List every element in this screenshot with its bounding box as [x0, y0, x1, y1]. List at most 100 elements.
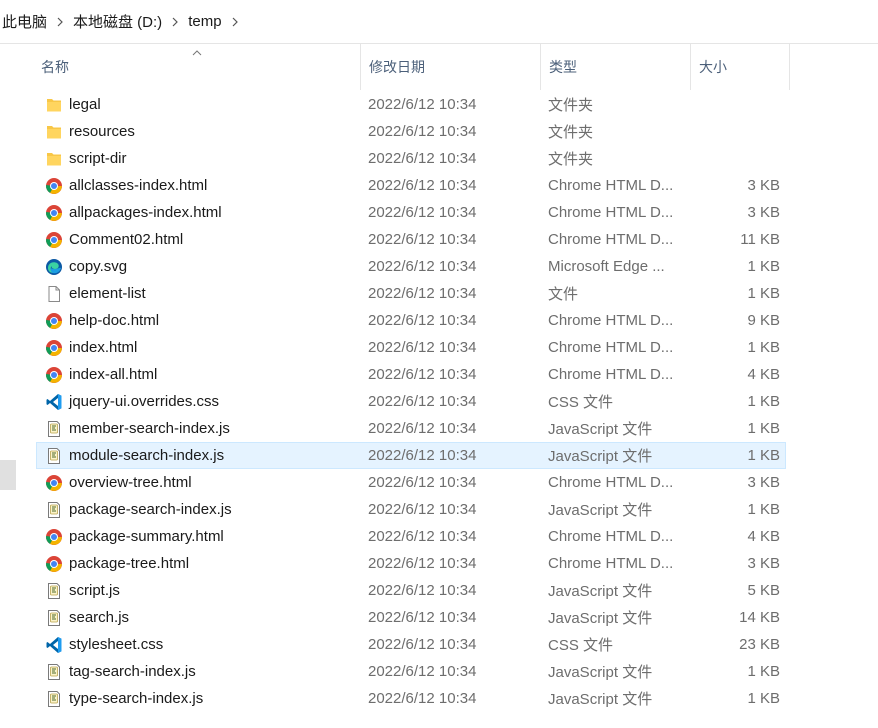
- file-row[interactable]: Comment02.html 2022/6/12 10:34 Chrome HTML…: [36, 226, 786, 253]
- file-size: 23 KB: [739, 636, 780, 653]
- file-type: CSS 文件: [548, 637, 614, 654]
- file-name: search.js: [69, 609, 130, 626]
- file-type: JavaScript 文件: [548, 691, 653, 708]
- file-name: package-summary.html: [69, 528, 224, 545]
- file-row[interactable]: package-summary.html 2022/6/12 10:34 Chrom…: [36, 523, 786, 550]
- file-row[interactable]: index-all.html 2022/6/12 10:34 Chrome HTML…: [36, 361, 786, 388]
- file-size: 5 KB: [747, 582, 780, 599]
- file-name: overview-tree.html: [69, 474, 192, 491]
- folder-icon: [45, 96, 63, 114]
- chrome-icon: [45, 231, 63, 249]
- column-header-date-modified[interactable]: 修改日期: [360, 44, 540, 90]
- js-script-icon: [45, 420, 63, 438]
- file-date-modified: 2022/6/12 10:34: [368, 555, 477, 572]
- file-type: Chrome HTML D...: [548, 177, 674, 194]
- file-size: 1 KB: [747, 258, 780, 275]
- chevron-right-icon[interactable]: [49, 17, 71, 27]
- file-name: resources: [69, 123, 135, 140]
- js-script-icon: [45, 582, 63, 600]
- file-row[interactable]: resources 2022/6/12 10:34 文件夹: [36, 118, 786, 145]
- chrome-icon: [45, 366, 63, 384]
- file-size: 1 KB: [747, 420, 780, 437]
- file-date-modified: 2022/6/12 10:34: [368, 501, 477, 518]
- chrome-icon: [45, 204, 63, 222]
- file-type: 文件夹: [548, 151, 594, 168]
- js-script-icon: [45, 663, 63, 681]
- file-row[interactable]: overview-tree.html 2022/6/12 10:34 Chrome …: [36, 469, 786, 496]
- file-size: 1 KB: [747, 501, 780, 518]
- file-row[interactable]: element-list 2022/6/12 10:34 文件 1 KB: [36, 280, 786, 307]
- file-name: package-search-index.js: [69, 501, 232, 518]
- file-type: Chrome HTML D...: [548, 474, 674, 491]
- file-date-modified: 2022/6/12 10:34: [368, 177, 477, 194]
- file-size: 1 KB: [747, 339, 780, 356]
- file-name: stylesheet.css: [69, 636, 164, 653]
- file-size: 3 KB: [747, 177, 780, 194]
- file-type: JavaScript 文件: [548, 448, 653, 465]
- file-row[interactable]: package-tree.html 2022/6/12 10:34 Chrome H…: [36, 550, 786, 577]
- file-row[interactable]: legal 2022/6/12 10:34 文件夹: [36, 91, 786, 118]
- folder-icon: [45, 123, 63, 141]
- file-date-modified: 2022/6/12 10:34: [368, 609, 477, 626]
- address-bar[interactable]: 此电脑 本地磁盘 (D:) temp: [0, 0, 878, 44]
- file-date-modified: 2022/6/12 10:34: [368, 447, 477, 464]
- file-name: allclasses-index.html: [69, 177, 208, 194]
- file-row[interactable]: jquery-ui.overrides.css 2022/6/12 10:34 CS…: [36, 388, 786, 415]
- file-row[interactable]: member-search-index.js 2022/6/12 10:34 Jav…: [36, 415, 786, 442]
- file-size: 1 KB: [747, 393, 780, 410]
- file-size: 1 KB: [747, 690, 780, 707]
- file-row[interactable]: script-dir 2022/6/12 10:34 文件夹: [36, 145, 786, 172]
- file-type: Chrome HTML D...: [548, 555, 674, 572]
- file-row[interactable]: module-search-index.js 2022/6/12 10:34 Jav…: [36, 442, 786, 469]
- file-row[interactable]: help-doc.html 2022/6/12 10:34 Chrome HTML …: [36, 307, 786, 334]
- file-date-modified: 2022/6/12 10:34: [368, 582, 477, 599]
- file-row[interactable]: allclasses-index.html 2022/6/12 10:34 Chro…: [36, 172, 786, 199]
- file-name: element-list: [69, 285, 146, 302]
- js-script-icon: [45, 609, 63, 627]
- file-type: CSS 文件: [548, 394, 614, 411]
- file-row[interactable]: copy.svg 2022/6/12 10:34 Microsoft Edge ..…: [36, 253, 786, 280]
- chrome-icon: [45, 474, 63, 492]
- file-icon: [45, 285, 63, 303]
- file-type: 文件夹: [548, 97, 594, 114]
- file-row[interactable]: type-search-index.js 2022/6/12 10:34 JavaS…: [36, 685, 786, 712]
- chrome-icon: [45, 177, 63, 195]
- js-script-icon: [45, 501, 63, 519]
- file-row[interactable]: search.js 2022/6/12 10:34 JavaScript 文件 14 …: [36, 604, 786, 631]
- file-size: 3 KB: [747, 555, 780, 572]
- file-row[interactable]: index.html 2022/6/12 10:34 Chrome HTML D..…: [36, 334, 786, 361]
- file-name: tag-search-index.js: [69, 663, 196, 680]
- file-date-modified: 2022/6/12 10:34: [368, 663, 477, 680]
- file-name: Comment02.html: [69, 231, 184, 248]
- breadcrumb-drive-d[interactable]: 本地磁盘 (D:): [71, 11, 164, 32]
- breadcrumb-this-pc[interactable]: 此电脑: [0, 11, 49, 32]
- column-header-row: 名称 修改日期 类型 大小: [0, 44, 878, 90]
- column-header-type[interactable]: 类型: [540, 44, 690, 90]
- file-row[interactable]: allpackages-index.html 2022/6/12 10:34 Chr…: [36, 199, 786, 226]
- file-row[interactable]: script.js 2022/6/12 10:34 JavaScript 文件 5 K…: [36, 577, 786, 604]
- file-size: 9 KB: [747, 312, 780, 329]
- column-header-name[interactable]: 名称: [33, 44, 360, 90]
- file-size: 1 KB: [747, 447, 780, 464]
- file-name: script.js: [69, 582, 120, 599]
- chevron-right-icon[interactable]: [224, 17, 246, 27]
- file-size: 1 KB: [747, 285, 780, 302]
- file-size: 3 KB: [747, 474, 780, 491]
- file-name: script-dir: [69, 150, 127, 167]
- file-row[interactable]: tag-search-index.js 2022/6/12 10:34 JavaSc…: [36, 658, 786, 685]
- file-size: 3 KB: [747, 204, 780, 221]
- column-header-size[interactable]: 大小: [690, 44, 790, 90]
- vscode-icon: [45, 393, 63, 411]
- file-date-modified: 2022/6/12 10:34: [368, 96, 477, 113]
- file-type: JavaScript 文件: [548, 583, 653, 600]
- file-name: index.html: [69, 339, 138, 356]
- file-row[interactable]: package-search-index.js 2022/6/12 10:34 Ja…: [36, 496, 786, 523]
- file-name: legal: [69, 96, 101, 113]
- file-row[interactable]: stylesheet.css 2022/6/12 10:34 CSS 文件 23 KB: [36, 631, 786, 658]
- file-type: JavaScript 文件: [548, 664, 653, 681]
- file-date-modified: 2022/6/12 10:34: [368, 366, 477, 383]
- file-name: help-doc.html: [69, 312, 160, 329]
- file-date-modified: 2022/6/12 10:34: [368, 474, 477, 491]
- breadcrumb-temp[interactable]: temp: [186, 13, 223, 30]
- chevron-right-icon[interactable]: [164, 17, 186, 27]
